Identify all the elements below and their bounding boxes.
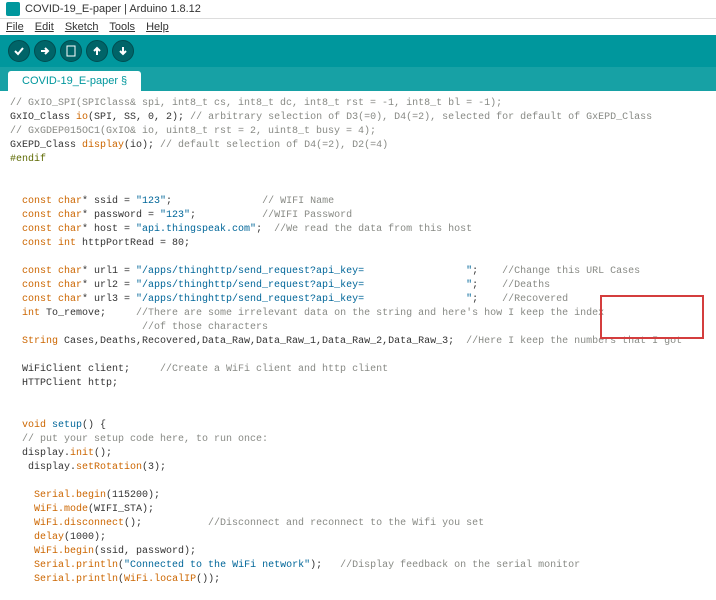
verify-button[interactable] [8,40,30,62]
tab-bar: COVID-19_E-paper § [0,67,716,91]
check-icon [13,45,25,57]
arduino-icon [6,2,20,16]
code-line: // put your setup code here, to run once… [10,434,268,445]
code-line: WiFiClient client; //Create a WiFi clien… [10,364,388,375]
window-title: COVID-19_E-paper | Arduino 1.8.12 [25,3,201,15]
open-button[interactable] [86,40,108,62]
code-line: const char* password = "123"; //WIFI Pas… [10,210,352,221]
save-button[interactable] [112,40,134,62]
menu-tools[interactable]: Tools [109,21,135,33]
code-line: const char* url3 = "/apps/thinghttp/send… [10,294,568,305]
menu-sketch[interactable]: Sketch [65,21,99,33]
code-line: #endif [10,154,46,165]
code-line: Serial.begin(115200); [10,490,160,501]
menu-help[interactable]: Help [146,21,169,33]
menu-edit[interactable]: Edit [35,21,54,33]
code-line: const char* ssid = "123"; // WIFI Name [10,196,334,207]
code-line: String Cases,Deaths,Recovered,Data_Raw,D… [10,336,682,347]
code-line: display.init(); [10,448,112,459]
code-line: const char* url2 = "/apps/thinghttp/send… [10,280,550,291]
title-bar: COVID-19_E-paper | Arduino 1.8.12 [0,0,716,19]
toolbar [0,35,716,67]
file-icon [65,45,77,57]
code-line: const int httpPortRead = 80; [10,238,190,249]
new-button[interactable] [60,40,82,62]
code-line: const char* host = "api.thingspeak.com";… [10,224,472,235]
code-line: GxIO_Class io(SPI, SS, 0, 2); // arbitra… [10,112,652,123]
code-editor[interactable]: // GxIO_SPI(SPIClass& spi, int8_t cs, in… [0,91,716,593]
arrow-down-icon [117,45,129,57]
code-line: //of those characters [10,322,268,333]
code-line: int To_remove; //There are some irreleva… [10,308,604,319]
arrow-up-icon [91,45,103,57]
code-line: // GxGDEP015OC1(GxIO& io, uint8_t rst = … [10,126,376,137]
code-line: display.setRotation(3); [10,462,166,473]
tab-sketch[interactable]: COVID-19_E-paper § [8,71,141,91]
menu-bar: File Edit Sketch Tools Help [0,19,716,35]
code-line: WiFi.begin(ssid, password); [10,546,196,557]
arrow-right-icon [39,45,51,57]
code-line: const char* url1 = "/apps/thinghttp/send… [10,266,640,277]
menu-file[interactable]: File [6,21,24,33]
code-line: Serial.println("Connected to the WiFi ne… [10,560,580,571]
code-line: WiFi.mode(WIFI_STA); [10,504,154,515]
code-line: void setup() { [10,420,106,431]
code-line: Serial.println(WiFi.localIP()); [10,574,220,585]
code-line: HTTPClient http; [10,378,118,389]
code-line: // GxIO_SPI(SPIClass& spi, int8_t cs, in… [10,98,502,109]
code-line: delay(1000); [10,532,106,543]
code-line: GxEPD_Class display(io); // default sele… [10,140,388,151]
upload-button[interactable] [34,40,56,62]
code-line: WiFi.disconnect(); //Disconnect and reco… [10,518,484,529]
